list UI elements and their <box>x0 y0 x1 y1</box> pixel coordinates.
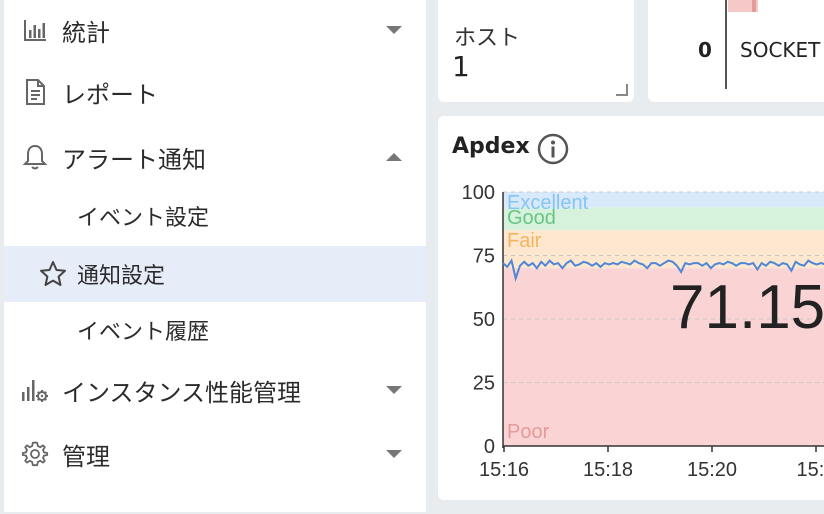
resize-handle-icon[interactable] <box>616 84 628 96</box>
x-tick-label: 15:2 <box>797 459 824 481</box>
socket-count: 0 <box>698 38 712 62</box>
band-label: Fair <box>507 230 542 252</box>
sidebar-item-label: 通知設定 <box>77 264 166 289</box>
x-tick-label: 15:16 <box>479 459 529 481</box>
host-card: ホスト 1 <box>438 0 634 102</box>
host-card-title: ホスト <box>454 26 521 51</box>
sidebar-item-label: 統計 <box>62 18 110 47</box>
y-tick-label: 0 <box>484 436 495 458</box>
apdex-card: Excellent Good Fair Poor 0 25 50 75 100 15:16 15:1… <box>438 116 824 500</box>
bell-icon <box>20 142 50 172</box>
gear-icon <box>20 439 50 469</box>
socket-label: SOCKET <box>740 38 821 62</box>
socket-card: 0 SOCKET <box>648 0 824 102</box>
info-icon[interactable] <box>536 132 570 166</box>
sidebar-item-report[interactable]: レポート <box>4 64 426 120</box>
chevron-down-icon <box>384 23 404 37</box>
y-tick-label: 100 <box>462 182 495 204</box>
sidebar-item-label: イベント設定 <box>77 206 210 231</box>
sidebar-subitem-event-settings[interactable]: イベント設定 <box>4 188 426 244</box>
apdex-title: Apdex <box>452 134 530 159</box>
x-tick-label: 15:18 <box>583 459 633 481</box>
y-tick-label: 50 <box>473 309 495 331</box>
sidebar-item-alert-notification[interactable]: アラート通知 <box>4 129 426 185</box>
chevron-up-icon <box>384 150 404 164</box>
sidebar-item-instance-performance[interactable]: インスタンス性能管理 <box>4 362 426 418</box>
star-icon[interactable] <box>38 259 68 289</box>
sidebar-item-label: インスタンス性能管理 <box>62 378 302 407</box>
sidebar-subitem-event-history[interactable]: イベント履歴 <box>4 302 426 358</box>
band-label: Good <box>507 207 556 229</box>
sidebar: 統計 レポート アラート通知 イベント設定 通知設定 イベント履歴 インスタンス… <box>4 0 426 512</box>
band-label: Poor <box>507 421 550 443</box>
sidebar-item-admin[interactable]: 管理 <box>4 426 426 482</box>
sidebar-item-label: レポート <box>62 80 158 109</box>
apdex-chart: ExcellentGoodFairPoor025507510015:16 15:1… <box>462 182 824 481</box>
y-tick-label: 25 <box>473 373 495 395</box>
performance-gear-icon <box>20 375 50 405</box>
sidebar-item-label: 管理 <box>62 442 110 471</box>
divider <box>725 0 727 89</box>
bar-chart-icon <box>20 15 50 45</box>
host-count: 1 <box>452 50 470 83</box>
sidebar-item-label: アラート通知 <box>62 145 206 174</box>
x-tick-label: 15:20 <box>687 459 737 481</box>
chevron-down-icon <box>384 447 404 461</box>
y-tick-label: 75 <box>473 246 495 268</box>
sidebar-subitem-notification-settings[interactable]: 通知設定 <box>4 246 426 302</box>
sidebar-item-statistics[interactable]: 統計 <box>4 2 426 58</box>
chevron-down-icon <box>384 383 404 397</box>
sidebar-item-label: イベント履歴 <box>77 320 210 345</box>
document-icon <box>20 77 50 107</box>
status-bar-marker <box>752 0 756 12</box>
apdex-current-value: 71.15 <box>670 273 824 342</box>
